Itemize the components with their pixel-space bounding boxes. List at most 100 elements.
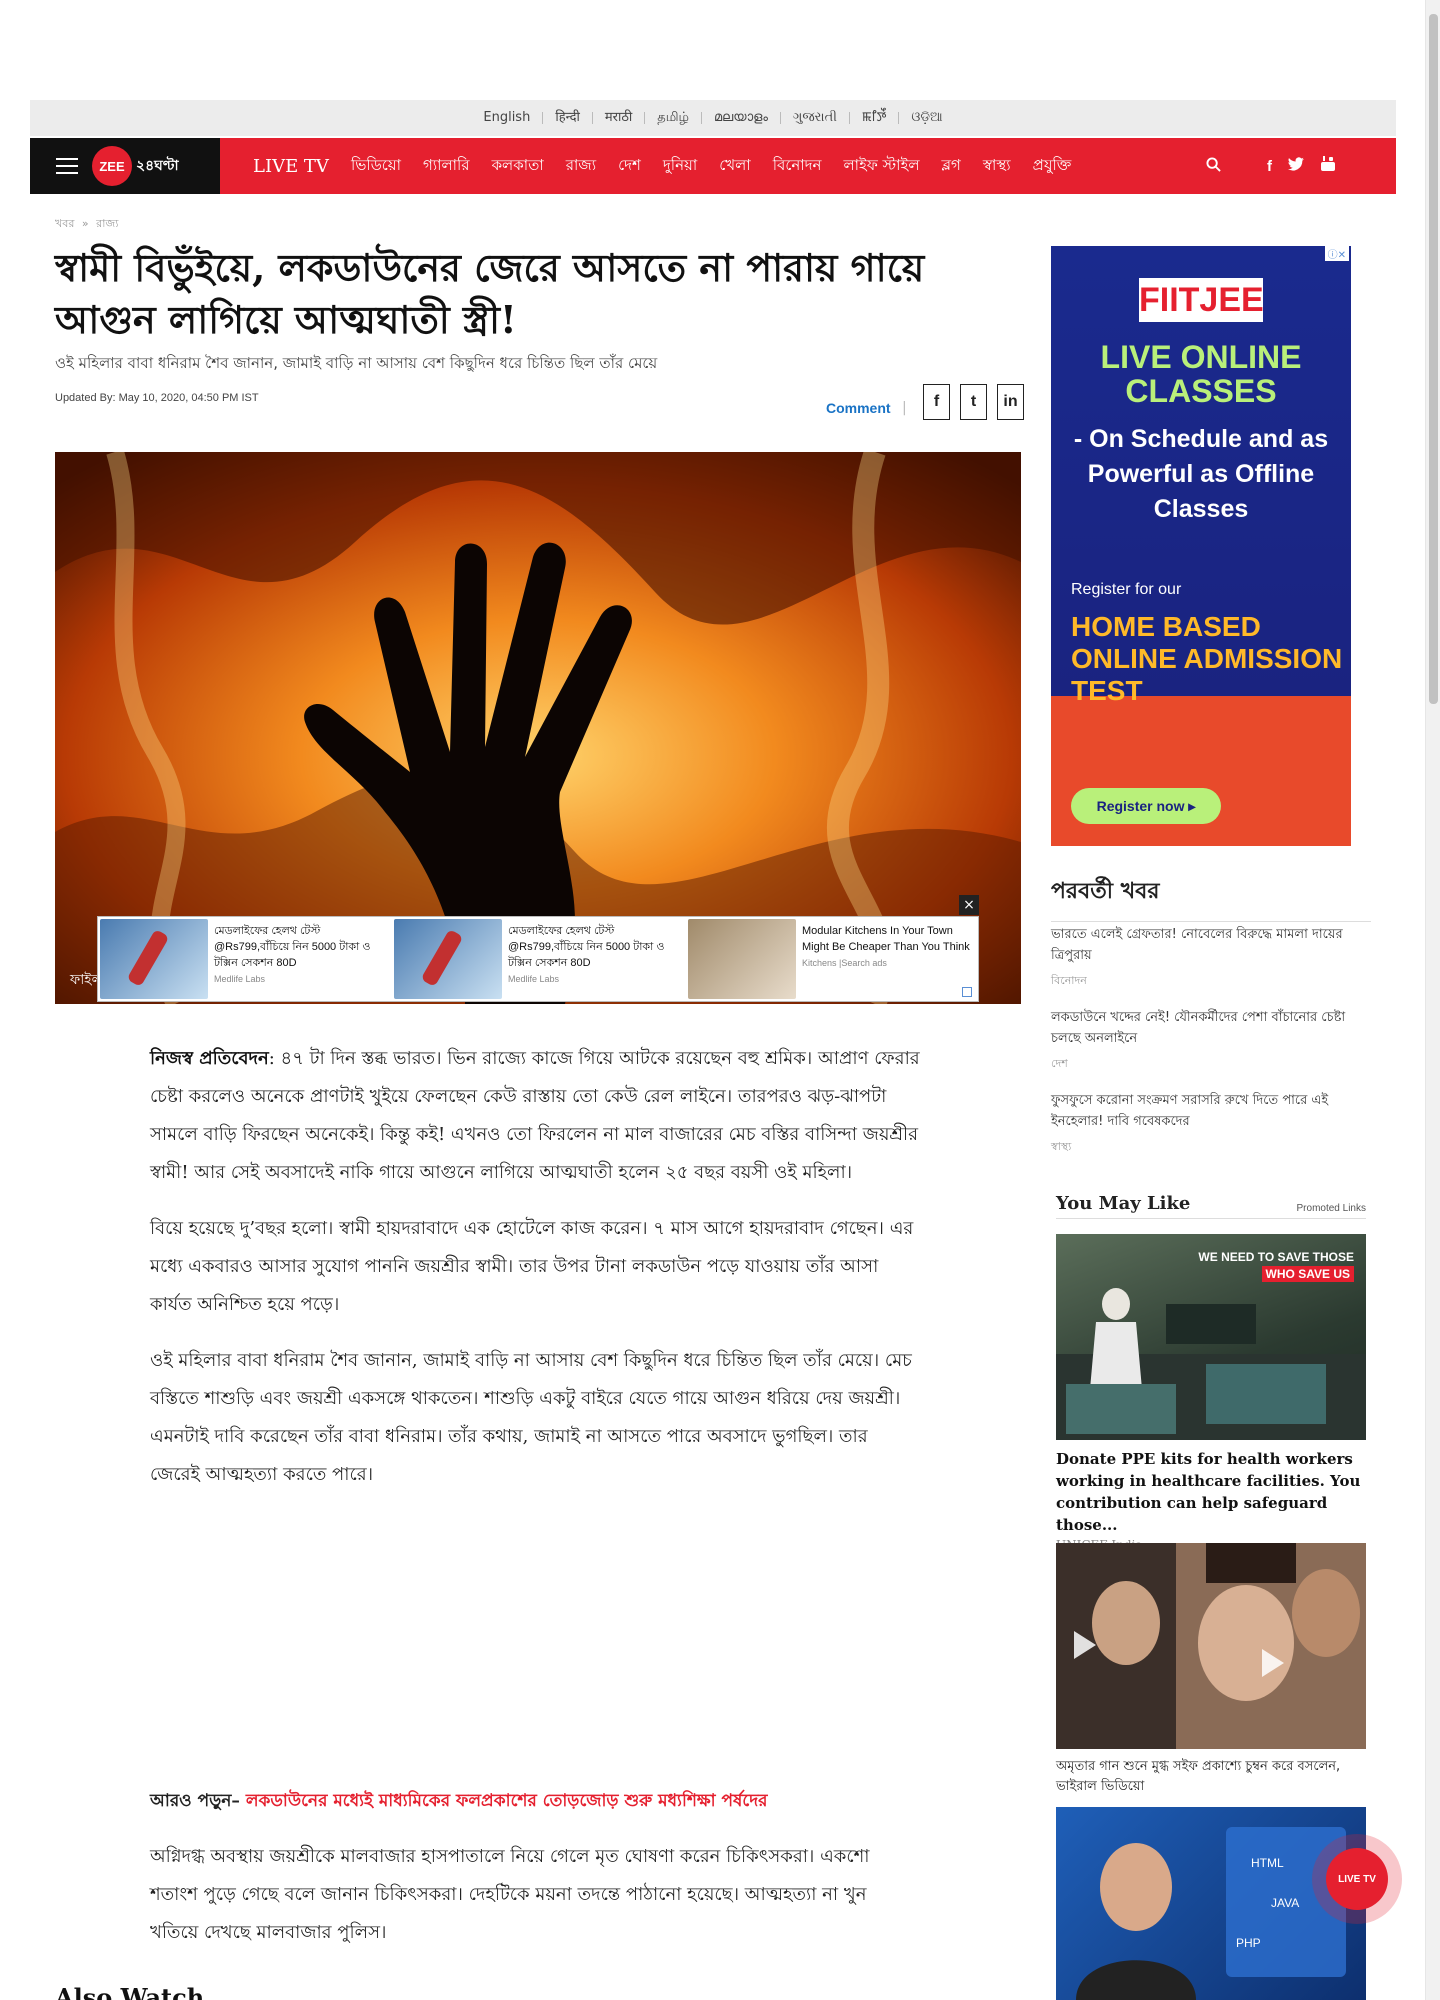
read-more-link[interactable]: লকডাউনের মধ্যেই মাধ্যমিকের ফলপ্রকাশের তো… bbox=[246, 1791, 768, 1811]
video-thumbnail-illustration bbox=[1056, 1543, 1366, 1749]
lang-malayalam[interactable]: മലയാളം bbox=[702, 111, 781, 124]
scrollbar[interactable] bbox=[1425, 0, 1440, 2000]
nav-item-gallery[interactable]: গ্যালারি bbox=[412, 154, 481, 179]
page-title: স্বামী বিভুঁইয়ে, লকডাউনের জেরে আসতে না … bbox=[55, 245, 925, 342]
lang-tamil[interactable]: தமிழ் bbox=[645, 111, 703, 124]
promoted-card[interactable]: অমৃতার গান শুনে মুগ্ধ সইফ প্রকাশ্যে চুম্… bbox=[1056, 1543, 1366, 1797]
nav-item-world[interactable]: দুনিয়া bbox=[652, 154, 708, 179]
lang-odia[interactable]: ଓଡ଼ିଆ bbox=[899, 111, 954, 124]
list-item[interactable]: ভারতে এলেই গ্রেফতার! নোবেলের বিরুদ্ধে মা… bbox=[1051, 924, 1371, 991]
nav-item-health[interactable]: স্বাস্থ্য bbox=[972, 154, 1022, 179]
share-twitter-icon[interactable]: t bbox=[960, 384, 987, 420]
youtube-icon[interactable] bbox=[1320, 156, 1336, 176]
ad-item[interactable]: মেডলাইফের হেলথ টেস্ট @Rs799,বাঁচিয়ে নিন… bbox=[394, 919, 682, 999]
article-subtitle: ওই মহিলার বাবা ধনিরাম শৈব জানান, জামাই ব… bbox=[55, 354, 658, 372]
ad-brand: FIITJEE bbox=[1139, 278, 1264, 322]
ad-source: Kitchens |Search ads bbox=[802, 958, 887, 968]
next-news-title[interactable]: ভারতে এলেই গ্রেফতার! নোবেলের বিরুদ্ধে মা… bbox=[1051, 924, 1371, 966]
nav-item-country[interactable]: দেশ bbox=[607, 154, 652, 179]
article-paragraph: বিয়ে হয়েছে দু’বছর হলো। স্বামী হায়দরাব… bbox=[150, 1218, 914, 1315]
menu-icon[interactable] bbox=[56, 158, 78, 174]
promo-image: WE NEED TO SAVE THOSE WHO SAVE US bbox=[1056, 1234, 1366, 1440]
next-news-category[interactable]: দেশ bbox=[1051, 1055, 1371, 1074]
next-news-category[interactable]: স্বাস্থ্য bbox=[1051, 1138, 1371, 1157]
lang-manipuri[interactable]: ꯃꯤꯇꯩ bbox=[850, 111, 900, 124]
ad-item[interactable]: Modular Kitchens In Your Town Might Be C… bbox=[688, 919, 976, 999]
nav-item-kolkata[interactable]: কলকাতা bbox=[481, 154, 555, 179]
ad-headline: LIVE ONLINE CLASSES bbox=[1100, 339, 1302, 409]
promoted-card[interactable]: HTML JAVA PHP bbox=[1056, 1807, 1366, 2000]
adchoices-icon[interactable]: ⓘ✕ bbox=[1324, 246, 1349, 261]
svg-text:PHP: PHP bbox=[1236, 1936, 1261, 1950]
search-icon[interactable] bbox=[1206, 156, 1221, 176]
coding-ad-illustration: HTML JAVA PHP bbox=[1076, 1827, 1346, 2000]
you-may-like-title: You May Like bbox=[1056, 1193, 1191, 1214]
main-navbar: ZEE ২৪ঘণ্টা LIVE TV ভিডিয়ো গ্যালারি কলক… bbox=[30, 138, 1396, 194]
ad-item[interactable]: মেডলাইফের হেলথ টেস্ট @Rs799,বাঁচিয়ে নিন… bbox=[100, 919, 388, 999]
sidebar-ad[interactable]: ⓘ✕ FIITJEE LIVE ONLINE CLASSES - On Sche… bbox=[1051, 246, 1351, 846]
breadcrumb-section[interactable]: রাজ্য bbox=[96, 217, 118, 230]
promo-image: HTML JAVA PHP bbox=[1056, 1807, 1366, 2000]
promo-overlay-text: WE NEED TO SAVE THOSE WHO SAVE US bbox=[1198, 1250, 1354, 1282]
promoted-card[interactable]: WE NEED TO SAVE THOSE WHO SAVE US Donate… bbox=[1056, 1234, 1366, 1552]
updated-timestamp: Updated By: May 10, 2020, 04:50 PM IST bbox=[55, 392, 259, 404]
nav-item-state[interactable]: রাজ্য bbox=[555, 154, 607, 179]
close-icon[interactable]: × bbox=[959, 895, 979, 915]
sponsored-ad-strip: × মেডলাইফের হেলথ টেস্ট @Rs799,বাঁচিয়ে ন… bbox=[97, 895, 979, 1002]
nav-item-blog[interactable]: ব্লগ bbox=[931, 154, 972, 179]
list-item[interactable]: ফুসফুসে করোনা সংক্রমণ সরাসরি রুখে দিতে প… bbox=[1051, 1090, 1371, 1157]
promo-title[interactable]: অমৃতার গান শুনে মুগ্ধ সইফ প্রকাশ্যে চুম্… bbox=[1056, 1757, 1366, 1797]
comment-link[interactable]: Comment bbox=[826, 400, 891, 416]
language-bar: English हिन्दी मराठी தமிழ் മലയാളം ગુજરાત… bbox=[30, 100, 1396, 136]
lang-gujarati[interactable]: ગુજરાતી bbox=[781, 111, 850, 124]
breadcrumb: খবর » রাজ্য bbox=[55, 215, 122, 234]
nav-item-sports[interactable]: খেলা bbox=[708, 154, 761, 179]
register-now-button[interactable]: Register now ▸ bbox=[1071, 788, 1221, 824]
also-watch-heading: Also Watch bbox=[55, 1983, 205, 2000]
share-facebook-icon[interactable]: f bbox=[923, 384, 950, 420]
list-item[interactable]: লকডাউনে খদ্দের নেই! যৌনকর্মীদের পেশা বাঁ… bbox=[1051, 1007, 1371, 1074]
you-may-like-header: You May Like Promoted Links bbox=[1056, 1193, 1366, 1219]
lang-marathi[interactable]: मराठी bbox=[593, 111, 646, 124]
read-more-label: আরও পড়ুন– bbox=[150, 1791, 240, 1811]
next-news-category[interactable]: বিনোদন bbox=[1051, 972, 1371, 991]
nav-item-video[interactable]: ভিডিয়ো bbox=[340, 154, 412, 179]
hero-image: ফাইল × মেডলাইফের হেলথ টেস্ট @Rs799,বাঁচি… bbox=[55, 452, 1021, 1004]
adchoices-icon[interactable] bbox=[962, 987, 972, 997]
breadcrumb-separator: » bbox=[81, 217, 89, 230]
next-news-heading: পরবর্তী খবর bbox=[1051, 874, 1371, 922]
play-icon[interactable] bbox=[1262, 1649, 1284, 1677]
byline: নিজস্ব প্রতিবেদন bbox=[150, 1048, 269, 1069]
nav-item-entertainment[interactable]: বিনোদন bbox=[762, 154, 833, 179]
nav-item-live-tv[interactable]: LIVE TV bbox=[242, 156, 340, 177]
ad-thumbnail bbox=[394, 919, 502, 999]
lang-hindi[interactable]: हिन्दी bbox=[543, 111, 593, 124]
share-linkedin-icon[interactable]: in bbox=[997, 384, 1024, 420]
nav-item-tech[interactable]: প্রযুক্তি bbox=[1022, 154, 1083, 179]
svg-text:JAVA: JAVA bbox=[1271, 1896, 1299, 1910]
site-logo[interactable]: ZEE ২৪ঘণ্টা bbox=[92, 146, 179, 186]
logo-text: ২৪ঘণ্টা bbox=[136, 158, 179, 174]
promo-title[interactable]: Donate PPE kits for health workers worki… bbox=[1056, 1448, 1366, 1536]
lang-english[interactable]: English bbox=[471, 111, 544, 124]
ad-subline: - On Schedule and as Powerful as Offline… bbox=[1073, 425, 1329, 523]
facebook-icon[interactable]: f bbox=[1267, 158, 1272, 175]
ad-source: Medlife Labs bbox=[508, 974, 560, 984]
play-icon[interactable] bbox=[1074, 1631, 1096, 1659]
nav-brand: ZEE ২৪ঘণ্টা bbox=[30, 138, 220, 194]
live-tv-button[interactable]: LIVE TV bbox=[1326, 1848, 1388, 1910]
twitter-icon[interactable] bbox=[1288, 157, 1304, 175]
promo-overlay-line: WE NEED TO SAVE THOSE bbox=[1198, 1250, 1354, 1264]
promo-overlay-highlight: WHO SAVE US bbox=[1261, 1266, 1354, 1282]
next-news-title[interactable]: ফুসফুসে করোনা সংক্রমণ সরাসরি রুখে দিতে প… bbox=[1051, 1090, 1371, 1132]
divider: | bbox=[902, 400, 907, 416]
article-paragraph: অগ্নিদগ্ধ অবস্থায় জয়শ্রীকে মালবাজার হা… bbox=[150, 1846, 870, 1943]
nav-item-lifestyle[interactable]: লাইফ স্টাইল bbox=[833, 154, 931, 179]
ad-thumbnail bbox=[688, 919, 796, 999]
ad-text: মেডলাইফের হেলথ টেস্ট @Rs799,বাঁচিয়ে নিন… bbox=[508, 925, 665, 969]
article-body: নিজস্ব প্রতিবেদন: ৪৭ টা দিন স্তব্ধ ভারত।… bbox=[150, 1040, 920, 1970]
promoted-links-label[interactable]: Promoted Links bbox=[1297, 1203, 1366, 1214]
next-news-title[interactable]: লকডাউনে খদ্দের নেই! যৌনকর্মীদের পেশা বাঁ… bbox=[1051, 1007, 1371, 1049]
breadcrumb-home[interactable]: খবর bbox=[55, 217, 74, 230]
scrollbar-thumb[interactable] bbox=[1429, 14, 1438, 704]
